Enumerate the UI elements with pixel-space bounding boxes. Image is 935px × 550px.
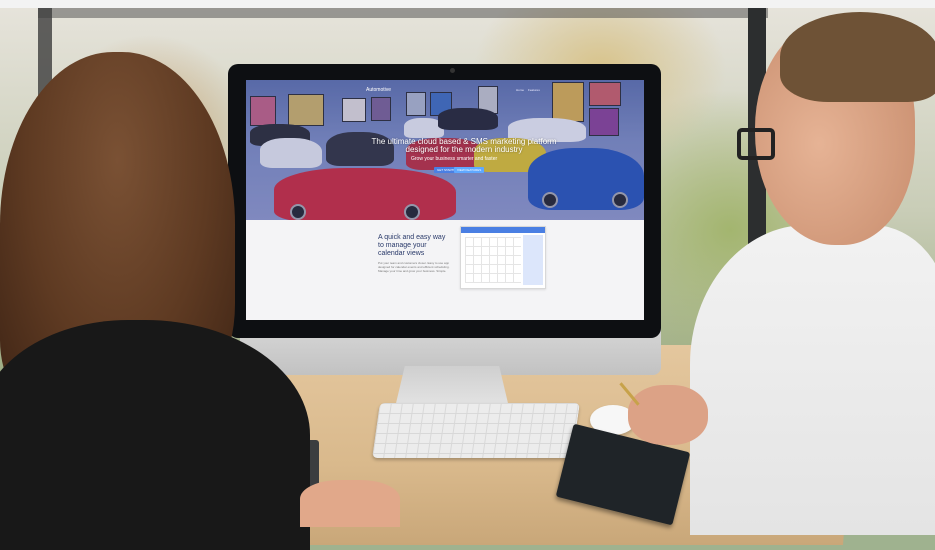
man-tshirt bbox=[690, 225, 935, 535]
man-hair bbox=[780, 12, 935, 102]
section-heading: A quick and easy way to manage your cale… bbox=[378, 234, 446, 257]
section-body: Put your team and customers closer. Easy… bbox=[378, 261, 450, 273]
hero-title: The ultimate cloud based & SMS marketing… bbox=[371, 137, 557, 154]
nav-brand[interactable]: Automotive bbox=[366, 87, 391, 93]
nav-link-features[interactable]: Features bbox=[528, 88, 540, 92]
calendar-titlebar bbox=[461, 227, 545, 233]
woman-hand bbox=[300, 480, 400, 527]
nav-link-home[interactable]: Home bbox=[516, 88, 524, 92]
man-hand bbox=[628, 385, 708, 445]
woman-body bbox=[0, 320, 310, 550]
calendar-sidebar bbox=[523, 235, 543, 285]
top-strip bbox=[0, 0, 935, 8]
hero-banner: Automotive Home Features The ultimate cl… bbox=[246, 80, 644, 220]
camera-dot bbox=[450, 68, 455, 73]
monitor-screen: Automotive Home Features The ultimate cl… bbox=[246, 80, 644, 320]
calendar-grid bbox=[465, 237, 521, 283]
glasses-icon bbox=[737, 128, 775, 160]
hero-subtitle: Grow your business smarter and faster bbox=[411, 156, 498, 162]
calendar-preview bbox=[460, 226, 546, 289]
keyboard bbox=[372, 403, 580, 458]
view-features-button[interactable]: VIEW FEATURES bbox=[454, 167, 485, 173]
window-frame-top bbox=[38, 8, 768, 18]
